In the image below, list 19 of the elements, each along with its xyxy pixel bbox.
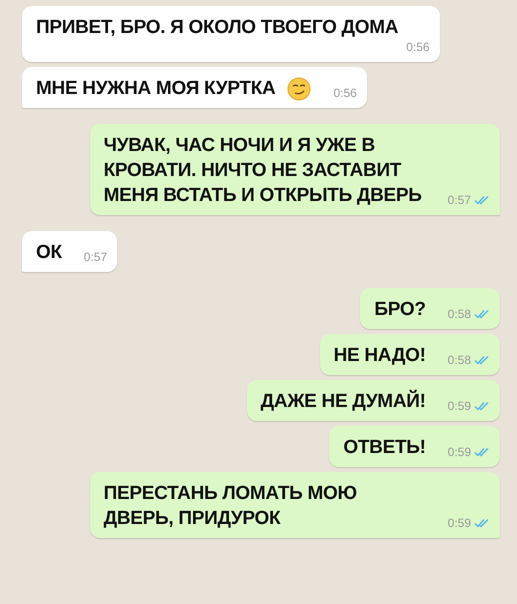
- message-text: ПЕРЕСТАНЬ ЛОМАТЬ МОЮ ДВЕРЬ, ПРИДУРОК: [104, 482, 358, 531]
- message-time: 0:56: [333, 86, 357, 100]
- message-time: 0:59: [448, 516, 471, 530]
- message-text: ОТВЕТЬ!: [343, 436, 426, 460]
- message-text: БРО?: [374, 298, 426, 322]
- message-text: ПРИВЕТ, БРО. Я ОКОЛО ТВОЕГО ДОМА: [36, 16, 398, 40]
- smirk-emoji-icon: [287, 76, 312, 100]
- message-text: НЕ НАДО!: [334, 344, 426, 368]
- message-time: 0:57: [84, 250, 108, 264]
- message-time: 0:59: [448, 399, 471, 413]
- message-text: ОК: [36, 241, 62, 265]
- message-time: 0:58: [448, 353, 471, 367]
- message-text: МНЕ НУЖНА МОЯ КУРТКА: [36, 77, 276, 101]
- message-text: ЧУВАК, ЧАС НОЧИ И Я УЖЕ В КРОВАТИ. НИЧТО НЕ ЗАСТАВИТ МЕНЯ ВСТАТЬ И ОТКРЫТЬ ДВЕРЬ: [104, 134, 423, 208]
- message-time: 0:56: [406, 40, 430, 54]
- message-time: 0:57: [448, 193, 471, 207]
- message-text: ДАЖЕ НЕ ДУМАЙ!: [260, 389, 426, 414]
- message-time: 0:59: [448, 445, 471, 459]
- message-time: 0:58: [448, 307, 471, 321]
